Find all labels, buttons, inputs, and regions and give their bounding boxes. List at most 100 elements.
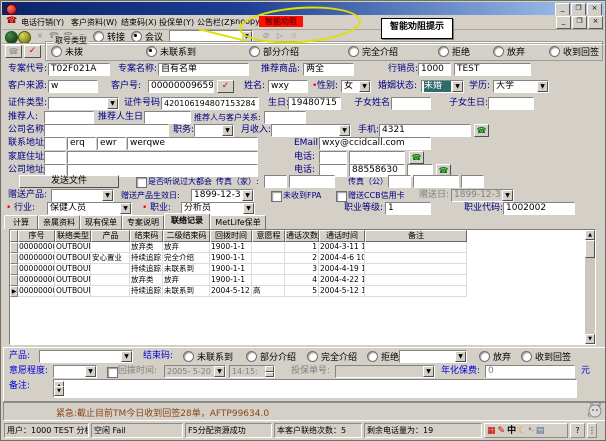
tab-metlife[interactable]: MetLife保单	[210, 215, 266, 229]
tab-calc[interactable]: 计算	[4, 215, 38, 229]
ccb-checkbox[interactable]	[336, 191, 347, 202]
home-phone-area-input[interactable]	[319, 151, 347, 164]
email-input[interactable]: wxy@ccidcall.com	[319, 137, 431, 150]
tray-grid-icon[interactable]: ▦	[487, 425, 496, 437]
col-header-callback[interactable]: 回拨时间	[210, 230, 252, 242]
endcode-radio-signed[interactable]: 收到回签	[521, 350, 571, 363]
child-birth-input[interactable]	[488, 97, 534, 110]
scroll-thumb[interactable]	[585, 240, 595, 258]
chevron-down-icon[interactable]: ▼	[120, 203, 131, 214]
tray-more-icon[interactable]: ⋮	[587, 423, 597, 438]
contact-addr1-input[interactable]: erq	[67, 137, 96, 150]
note-textarea[interactable]: ▲ ▼	[53, 379, 577, 398]
tab-contact-log[interactable]: 联络记录	[164, 213, 210, 229]
contact-addr3-input[interactable]: werqwe	[127, 137, 258, 150]
dialtype-radio-full[interactable]: 完全介绍	[348, 45, 398, 58]
chevron-down-icon[interactable]: ▼	[452, 81, 463, 92]
fax-home-input[interactable]	[289, 175, 335, 188]
menu-telemarketing[interactable]: 电话行销(Y)	[21, 17, 64, 28]
chevron-down-icon[interactable]: ▼	[243, 203, 254, 214]
endcode-radio-abandon[interactable]: 放弃	[479, 350, 511, 363]
heard-checkbox[interactable]	[136, 177, 147, 188]
marital-select[interactable]: 未婚▼	[421, 80, 464, 93]
menu-snoopy[interactable]: snoopy	[231, 17, 260, 26]
endcode-radio-partial[interactable]: 部分介绍	[246, 350, 296, 363]
customer-check-button[interactable]: ✓	[217, 80, 234, 93]
agent-name-input[interactable]: TEST	[454, 63, 531, 76]
tray-moon-icon[interactable]: ☾	[518, 425, 526, 437]
case-code-input[interactable]: T02F021A	[48, 63, 110, 76]
fax-office-input[interactable]	[413, 175, 459, 188]
fpa-checkbox[interactable]	[271, 191, 282, 202]
industry-select[interactable]: 保健人员▼	[47, 202, 132, 215]
chevron-down-icon[interactable]: ▼	[537, 81, 548, 92]
col-header-product[interactable]: 产品	[91, 230, 130, 242]
callback-checkbox[interactable]	[107, 367, 118, 378]
confirm-check-button[interactable]: ✓	[24, 45, 41, 58]
dial-phone-button[interactable]: ☎	[5, 45, 22, 58]
chevron-down-icon[interactable]: ▼	[359, 81, 370, 92]
scroll-up-icon[interactable]: ▲	[585, 230, 595, 240]
bottom-product-select[interactable]: ▼	[39, 350, 133, 363]
language-bar[interactable]: ▦ ✎ 中 ☾ °· ▤	[484, 423, 568, 438]
chevron-down-icon[interactable]: ▼	[121, 351, 132, 362]
tab-relatives[interactable]: 亲属资料	[38, 215, 80, 229]
chevron-down-icon[interactable]: ▼	[455, 351, 466, 362]
menu-customer-data[interactable]: 客户资料(W)	[71, 17, 117, 28]
endcode-radio-reject[interactable]: 拒绝	[367, 350, 399, 363]
source-input[interactable]: w	[48, 80, 98, 93]
fax-office-area-input[interactable]	[388, 175, 411, 188]
gender-select[interactable]: 女▼	[341, 80, 371, 93]
dialtype-radio-partial[interactable]: 部分介绍	[249, 45, 299, 58]
chevron-down-icon[interactable]: ▼	[85, 366, 96, 377]
dialtype-radio-reject[interactable]: 拒绝	[438, 45, 470, 58]
contact-addr-code-input[interactable]	[44, 137, 66, 150]
col-header-willing[interactable]: 意愿程度	[252, 230, 285, 242]
col-header-endcode2[interactable]: 二级结束码	[163, 230, 210, 242]
contact-addr2-input[interactable]: ewr	[97, 137, 126, 150]
tray-dot-icon[interactable]: °·	[528, 425, 534, 437]
chevron-down-icon[interactable]: ▼	[107, 98, 118, 109]
scroll-down-icon[interactable]: ▼	[585, 334, 595, 344]
tab-policies[interactable]: 现有保单	[80, 215, 122, 229]
occ-code-input[interactable]: 1002002	[503, 202, 575, 215]
fax-office-ext-input[interactable]	[461, 175, 484, 188]
col-header-time[interactable]: 通话时间	[319, 230, 365, 242]
income-select[interactable]: ▼	[271, 124, 351, 137]
menu-end-code[interactable]: 结束码(X)	[121, 17, 157, 28]
dialtype-radio-signed[interactable]: 收到回签	[549, 45, 599, 58]
home-phone-input[interactable]	[349, 151, 405, 164]
referrer-input[interactable]	[44, 111, 94, 124]
rec-product-input[interactable]: 两全	[303, 63, 354, 76]
company-input[interactable]	[44, 124, 169, 137]
col-header-endcode[interactable]: 结束码	[130, 230, 163, 242]
gift-date-select[interactable]: 1899-12-30▼	[191, 189, 254, 202]
name-input[interactable]: wxy	[268, 80, 308, 93]
job-select[interactable]: ▼	[194, 124, 234, 137]
child-restore-button[interactable]: ❐	[572, 16, 587, 29]
dialtype-radio-notreached[interactable]: 未联系到	[146, 45, 196, 58]
endcode-radio-notreached[interactable]: 未联系到	[183, 350, 233, 363]
col-header-type[interactable]: 联络类型	[55, 230, 91, 242]
occ-level-input[interactable]: 1	[385, 202, 431, 215]
case-name-input[interactable]: 自有名单	[158, 63, 249, 76]
endcode-radio-full[interactable]: 完全介绍	[307, 350, 357, 363]
chevron-down-icon[interactable]: ▼	[102, 190, 113, 201]
tab-case-notes[interactable]: 专案说明	[122, 215, 164, 229]
home-addr-code-input[interactable]	[44, 151, 66, 164]
chevron-down-icon[interactable]: ▼	[242, 190, 253, 201]
child-close-button[interactable]: ×	[588, 16, 603, 29]
chevron-down-icon[interactable]: ▼	[222, 125, 233, 136]
menu-bulletin[interactable]: 公告栏(Z)	[197, 17, 233, 28]
customer-no-input[interactable]: 000000096591	[148, 80, 214, 93]
reject-reason-select[interactable]: ▼	[399, 350, 467, 363]
note-scroll-down-icon[interactable]: ▼	[54, 386, 64, 396]
col-header-count[interactable]: 通话次数	[285, 230, 319, 242]
birthday-input[interactable]: 19480715	[288, 97, 341, 110]
id-no-input[interactable]: 420106194807153284	[161, 97, 259, 110]
home-phone-dial-icon[interactable]: ☎	[409, 151, 424, 164]
col-header-remark[interactable]: 备注	[365, 230, 467, 242]
tray-keyboard-icon[interactable]: ▤	[536, 425, 545, 437]
willing-select[interactable]: ▼	[53, 365, 97, 378]
id-type-select[interactable]: ▼	[48, 97, 119, 110]
